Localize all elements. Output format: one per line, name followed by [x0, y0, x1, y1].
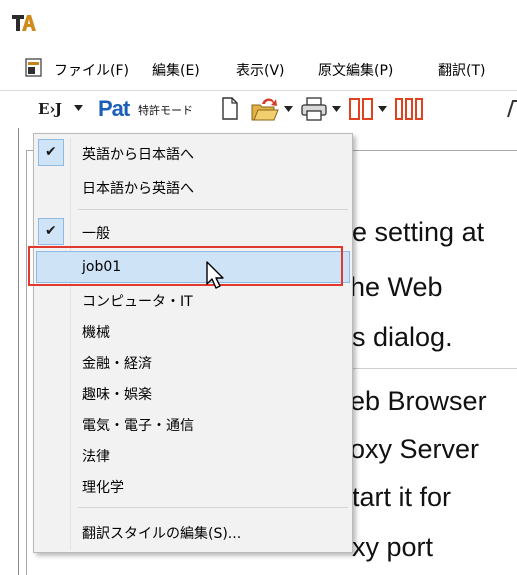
mouse-cursor-icon — [206, 261, 224, 289]
menu-item-law[interactable]: 法律 — [36, 439, 350, 470]
menu-separator — [78, 507, 348, 508]
menu-separator — [78, 209, 348, 210]
check-icon: ✔ — [45, 223, 57, 239]
menu-item-machinery[interactable]: 機械 — [36, 315, 350, 346]
sentence-divider — [350, 368, 517, 369]
checked-indicator: ✔ — [38, 218, 64, 245]
menu-file[interactable]: ファイル(F) — [54, 60, 129, 80]
menu-item-ja-to-en[interactable]: 日本語から英語へ — [36, 171, 350, 202]
translation-direction-button[interactable]: E›J — [32, 91, 88, 127]
menu-item-label: 理化学 — [82, 480, 124, 496]
document-line: he Web — [350, 272, 443, 302]
menu-item-hobby[interactable]: 趣味・娯楽 — [36, 377, 350, 408]
patent-button[interactable]: Pat — [96, 91, 136, 127]
menu-item-label: 法律 — [82, 449, 110, 465]
chevron-down-icon[interactable] — [378, 106, 387, 112]
title-bar: TA — [0, 0, 517, 47]
document-line: tart it for — [352, 482, 452, 512]
document-line: e setting at — [352, 217, 485, 247]
patent-mode-label[interactable]: 特許モード — [138, 102, 193, 118]
print-icon[interactable] — [300, 96, 328, 122]
document-line: s dialog. — [352, 322, 453, 352]
app-logo-icon: TA — [12, 15, 36, 31]
menu-item-label: 翻訳スタイルの編集(S)... — [82, 526, 242, 542]
menu-item-label: 一般 — [82, 226, 110, 242]
chevron-down-icon[interactable] — [332, 106, 341, 112]
menu-item-science[interactable]: 理化学 — [36, 470, 350, 501]
translation-direction-dropdown: ✔ 英語から日本語へ 日本語から英語へ ✔ 一般 job01 コンピュータ・IT… — [33, 133, 353, 553]
menu-item-edit-translation-style[interactable]: 翻訳スタイルの編集(S)... — [36, 516, 350, 547]
menu-item-computer-it[interactable]: コンピュータ・IT — [36, 284, 350, 315]
checked-indicator: ✔ — [38, 139, 64, 166]
menu-item-label: 機械 — [82, 325, 110, 341]
annotation-highlight-box — [28, 246, 343, 286]
direction-label: E›J — [38, 100, 62, 118]
document-line: oxy Server — [350, 434, 480, 464]
toolbar: E›J Pat 特許モード — [0, 90, 517, 126]
two-pane-layout-icon[interactable] — [348, 97, 374, 121]
chevron-down-icon[interactable] — [284, 106, 293, 112]
open-folder-icon[interactable] — [250, 95, 280, 123]
menu-bar: ファイル(F) 編集(E) 表示(V) 原文編集(P) 翻訳(T) — [0, 54, 517, 84]
menu-item-label: 日本語から英語へ — [82, 181, 194, 197]
menu-item-label: 電気・電子・通信 — [82, 418, 194, 434]
menu-item-electronics[interactable]: 電気・電子・通信 — [36, 408, 350, 439]
check-icon: ✔ — [45, 144, 57, 160]
menu-edit[interactable]: 編集(E) — [152, 60, 200, 80]
menu-item-label: コンピュータ・IT — [82, 294, 193, 310]
document-menu-icon[interactable] — [24, 58, 44, 78]
menu-item-general[interactable]: ✔ 一般 — [36, 216, 350, 247]
document-line: xy port — [352, 532, 434, 562]
translate-icon[interactable] — [506, 97, 517, 121]
menu-view[interactable]: 表示(V) — [236, 60, 285, 80]
menu-item-label: 趣味・娯楽 — [82, 387, 152, 403]
menu-translate[interactable]: 翻訳(T) — [438, 60, 485, 80]
new-document-icon[interactable] — [220, 97, 240, 121]
menu-item-finance[interactable]: 金融・経済 — [36, 346, 350, 377]
menu-item-en-to-ja[interactable]: ✔ 英語から日本語へ — [36, 137, 350, 168]
menu-source-edit[interactable]: 原文編集(P) — [318, 60, 393, 80]
document-line: eb Browser — [350, 386, 487, 416]
chevron-down-icon[interactable] — [74, 105, 83, 111]
three-pane-layout-icon[interactable] — [394, 97, 424, 121]
menu-item-label: 英語から日本語へ — [82, 147, 194, 163]
menu-item-label: 金融・経済 — [82, 356, 152, 372]
patent-logo-icon: Pat — [98, 96, 130, 121]
